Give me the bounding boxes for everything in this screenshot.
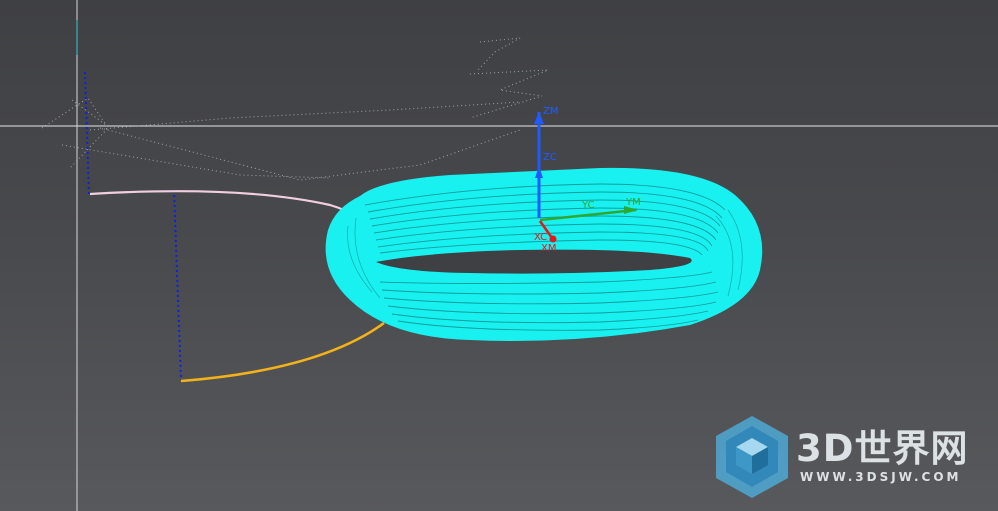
watermark: 3D世界网 WWW.3DSJW.COM [714, 414, 984, 502]
xc-label: XC [534, 232, 547, 243]
dotted-guide-left [84, 71, 90, 196]
cad-viewport[interactable]: ZM ZC YC YM XC XM 3D世界网 WWW.3DSJW.COM [0, 0, 998, 511]
zm-label: ZM [543, 106, 558, 117]
torus-wireframe-ring[interactable] [325, 167, 763, 341]
guide-curve-bottom [180, 321, 385, 383]
origin-point[interactable] [549, 235, 557, 243]
xm-label: XM [541, 243, 556, 254]
dotted-guide-middle [173, 189, 182, 381]
zc-label: ZC [543, 152, 557, 163]
cube-logo-icon [716, 416, 788, 498]
watermark-title: 3D世界网 [796, 427, 969, 470]
ym-label: YM [625, 197, 641, 208]
yc-label: YC [581, 200, 595, 211]
watermark-url: WWW.3DSJW.COM [800, 470, 962, 484]
dotted-sketch-lines [41, 37, 549, 181]
